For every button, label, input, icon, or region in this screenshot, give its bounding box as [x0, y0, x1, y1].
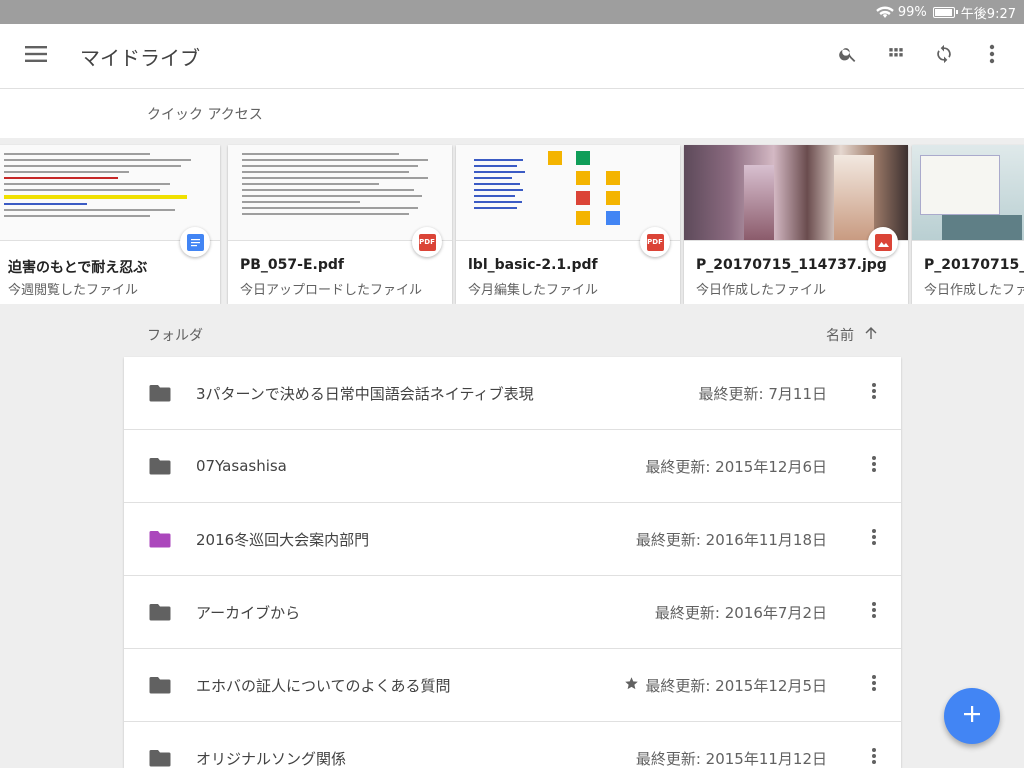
battery-percent: 99% [897, 4, 927, 20]
folder-meta: 最終更新: 2016年11月18日 [636, 529, 847, 550]
quick-access-card[interactable]: 迫害のもとで耐え忍ぶ 今週閲覧したファイル [0, 145, 220, 304]
quick-access-card[interactable]: P_20170715_114737.jpg 今日作成したファイル [684, 145, 908, 304]
search-button[interactable] [824, 32, 872, 80]
grid-view-icon [886, 44, 906, 68]
folder-name: エホバの証人についてのよくある質問 [196, 676, 451, 695]
arrow-up-icon [864, 326, 878, 344]
file-name: P_20170715_114737.jpg [696, 257, 887, 273]
folder-row[interactable]: オリジナルソング関係 最終更新: 2015年11月12日 [124, 722, 901, 768]
file-reason: 今週閲覧したファイル [8, 283, 139, 298]
new-item-button[interactable] [944, 688, 1000, 744]
folder-list: 3パターンで決める日常中国語会話ネイティブ表現 最終更新: 7月11日 07Yasa… [124, 357, 901, 768]
sort-label: 名前 [826, 328, 854, 344]
folder-more-button[interactable] [847, 588, 901, 636]
folder-icon [124, 603, 196, 621]
sort-by-name-button[interactable]: 名前 [826, 325, 878, 345]
sync-icon [934, 44, 954, 68]
app-toolbar: マイドライブ [0, 24, 1024, 88]
more-vert-icon [989, 44, 995, 68]
more-vert-icon [871, 528, 877, 550]
pdf-icon: PDF [640, 227, 670, 257]
folder-modified: 最終更新: 2016年11月18日 [635, 530, 827, 549]
file-name: 迫害のもとで耐え忍ぶ [8, 260, 148, 276]
folder-meta: 最終更新: 2015年12月5日 [624, 675, 847, 696]
file-reason: 今日作成したファイル [696, 283, 827, 298]
quick-access-label: クイック アクセス [147, 107, 263, 123]
file-thumbnail [456, 145, 680, 241]
folder-modified: 最終更新: 2015年11月12日 [635, 749, 827, 768]
battery-fill [934, 8, 952, 16]
file-name: lbl_basic-2.1.pdf [468, 257, 598, 273]
sync-button[interactable] [920, 32, 968, 80]
folder-icon [124, 676, 196, 694]
folder-meta: 最終更新: 2015年12月6日 [645, 456, 847, 477]
folder-row[interactable]: エホバの証人についてのよくある質問 最終更新: 2015年12月5日 [124, 649, 901, 722]
folders-header: フォルダ [147, 328, 203, 344]
star-icon [624, 676, 639, 695]
file-thumbnail [684, 145, 908, 241]
folder-name: 3パターンで決める日常中国語会話ネイティブ表現 [196, 384, 534, 403]
file-name: P_20170715_114 [924, 257, 1024, 273]
quick-access-card[interactable]: PDF lbl_basic-2.1.pdf 今月編集したファイル [456, 145, 680, 304]
folder-meta: 最終更新: 2016年7月2日 [655, 602, 847, 623]
more-vert-icon [871, 601, 877, 623]
google-doc-icon [180, 227, 210, 257]
menu-icon [25, 46, 47, 66]
folder-more-button[interactable] [847, 442, 901, 490]
folder-modified: 最終更新: 7月11日 [698, 384, 827, 403]
folder-row[interactable]: 3パターンで決める日常中国語会話ネイティブ表現 最終更新: 7月11日 [124, 357, 901, 430]
file-thumbnail [0, 145, 220, 241]
file-reason: 今日作成したファイ [924, 283, 1024, 298]
battery-icon [932, 6, 958, 18]
image-icon [868, 227, 898, 257]
folder-row[interactable]: アーカイブから 最終更新: 2016年7月2日 [124, 576, 901, 649]
menu-button[interactable] [0, 24, 72, 88]
search-icon [838, 44, 858, 68]
pdf-icon: PDF [412, 227, 442, 257]
file-name: PB_057-E.pdf [240, 257, 344, 273]
folder-name: オリジナルソング関係 [196, 749, 347, 768]
more-options-button[interactable] [968, 32, 1016, 80]
more-vert-icon [871, 747, 877, 768]
grid-view-button[interactable] [872, 32, 920, 80]
more-vert-icon [871, 382, 877, 404]
folder-modified: 最終更新: 2015年12月5日 [645, 676, 827, 695]
clock: 午後9:27 [960, 6, 1016, 22]
quick-access-header: クイック アクセス [0, 88, 1024, 138]
quick-access-card[interactable]: P_20170715_114 今日作成したファイ [912, 145, 1024, 304]
folder-more-button[interactable] [847, 661, 901, 709]
folder-icon [124, 749, 196, 767]
wifi-icon [876, 5, 894, 19]
folder-row[interactable]: 07Yasashisa 最終更新: 2015年12月6日 [124, 430, 901, 503]
folder-row[interactable]: 2016冬巡回大会案内部門 最終更新: 2016年11月18日 [124, 503, 901, 576]
folder-more-button[interactable] [847, 734, 901, 768]
folder-meta: 最終更新: 7月11日 [699, 383, 847, 404]
folder-icon [124, 530, 196, 548]
folder-icon [124, 384, 196, 402]
status-bar: 99% 午後9:27 [0, 0, 1024, 24]
quick-access-row: 迫害のもとで耐え忍ぶ 今週閲覧したファイル PDF PB_057-E.pdf 今… [0, 140, 1024, 304]
folder-more-button[interactable] [847, 369, 901, 417]
folder-icon [124, 457, 196, 475]
file-thumbnail [912, 145, 1024, 241]
folder-name: 07Yasashisa [196, 457, 287, 475]
folder-modified: 最終更新: 2015年12月6日 [645, 457, 827, 476]
more-vert-icon [871, 455, 877, 477]
folder-name: 2016冬巡回大会案内部門 [196, 530, 370, 549]
folder-name: アーカイブから [196, 603, 301, 622]
file-thumbnail [228, 145, 452, 241]
page-title: マイドライブ [80, 45, 200, 70]
folder-modified: 最終更新: 2016年7月2日 [654, 603, 827, 622]
folder-meta: 最終更新: 2015年11月12日 [636, 748, 847, 768]
folder-more-button[interactable] [847, 515, 901, 563]
plus-icon [963, 705, 981, 727]
more-vert-icon [871, 674, 877, 696]
file-reason: 今日アップロードしたファイル [240, 283, 423, 298]
file-reason: 今月編集したファイル [468, 283, 599, 298]
quick-access-card[interactable]: PDF PB_057-E.pdf 今日アップロードしたファイル [228, 145, 452, 304]
